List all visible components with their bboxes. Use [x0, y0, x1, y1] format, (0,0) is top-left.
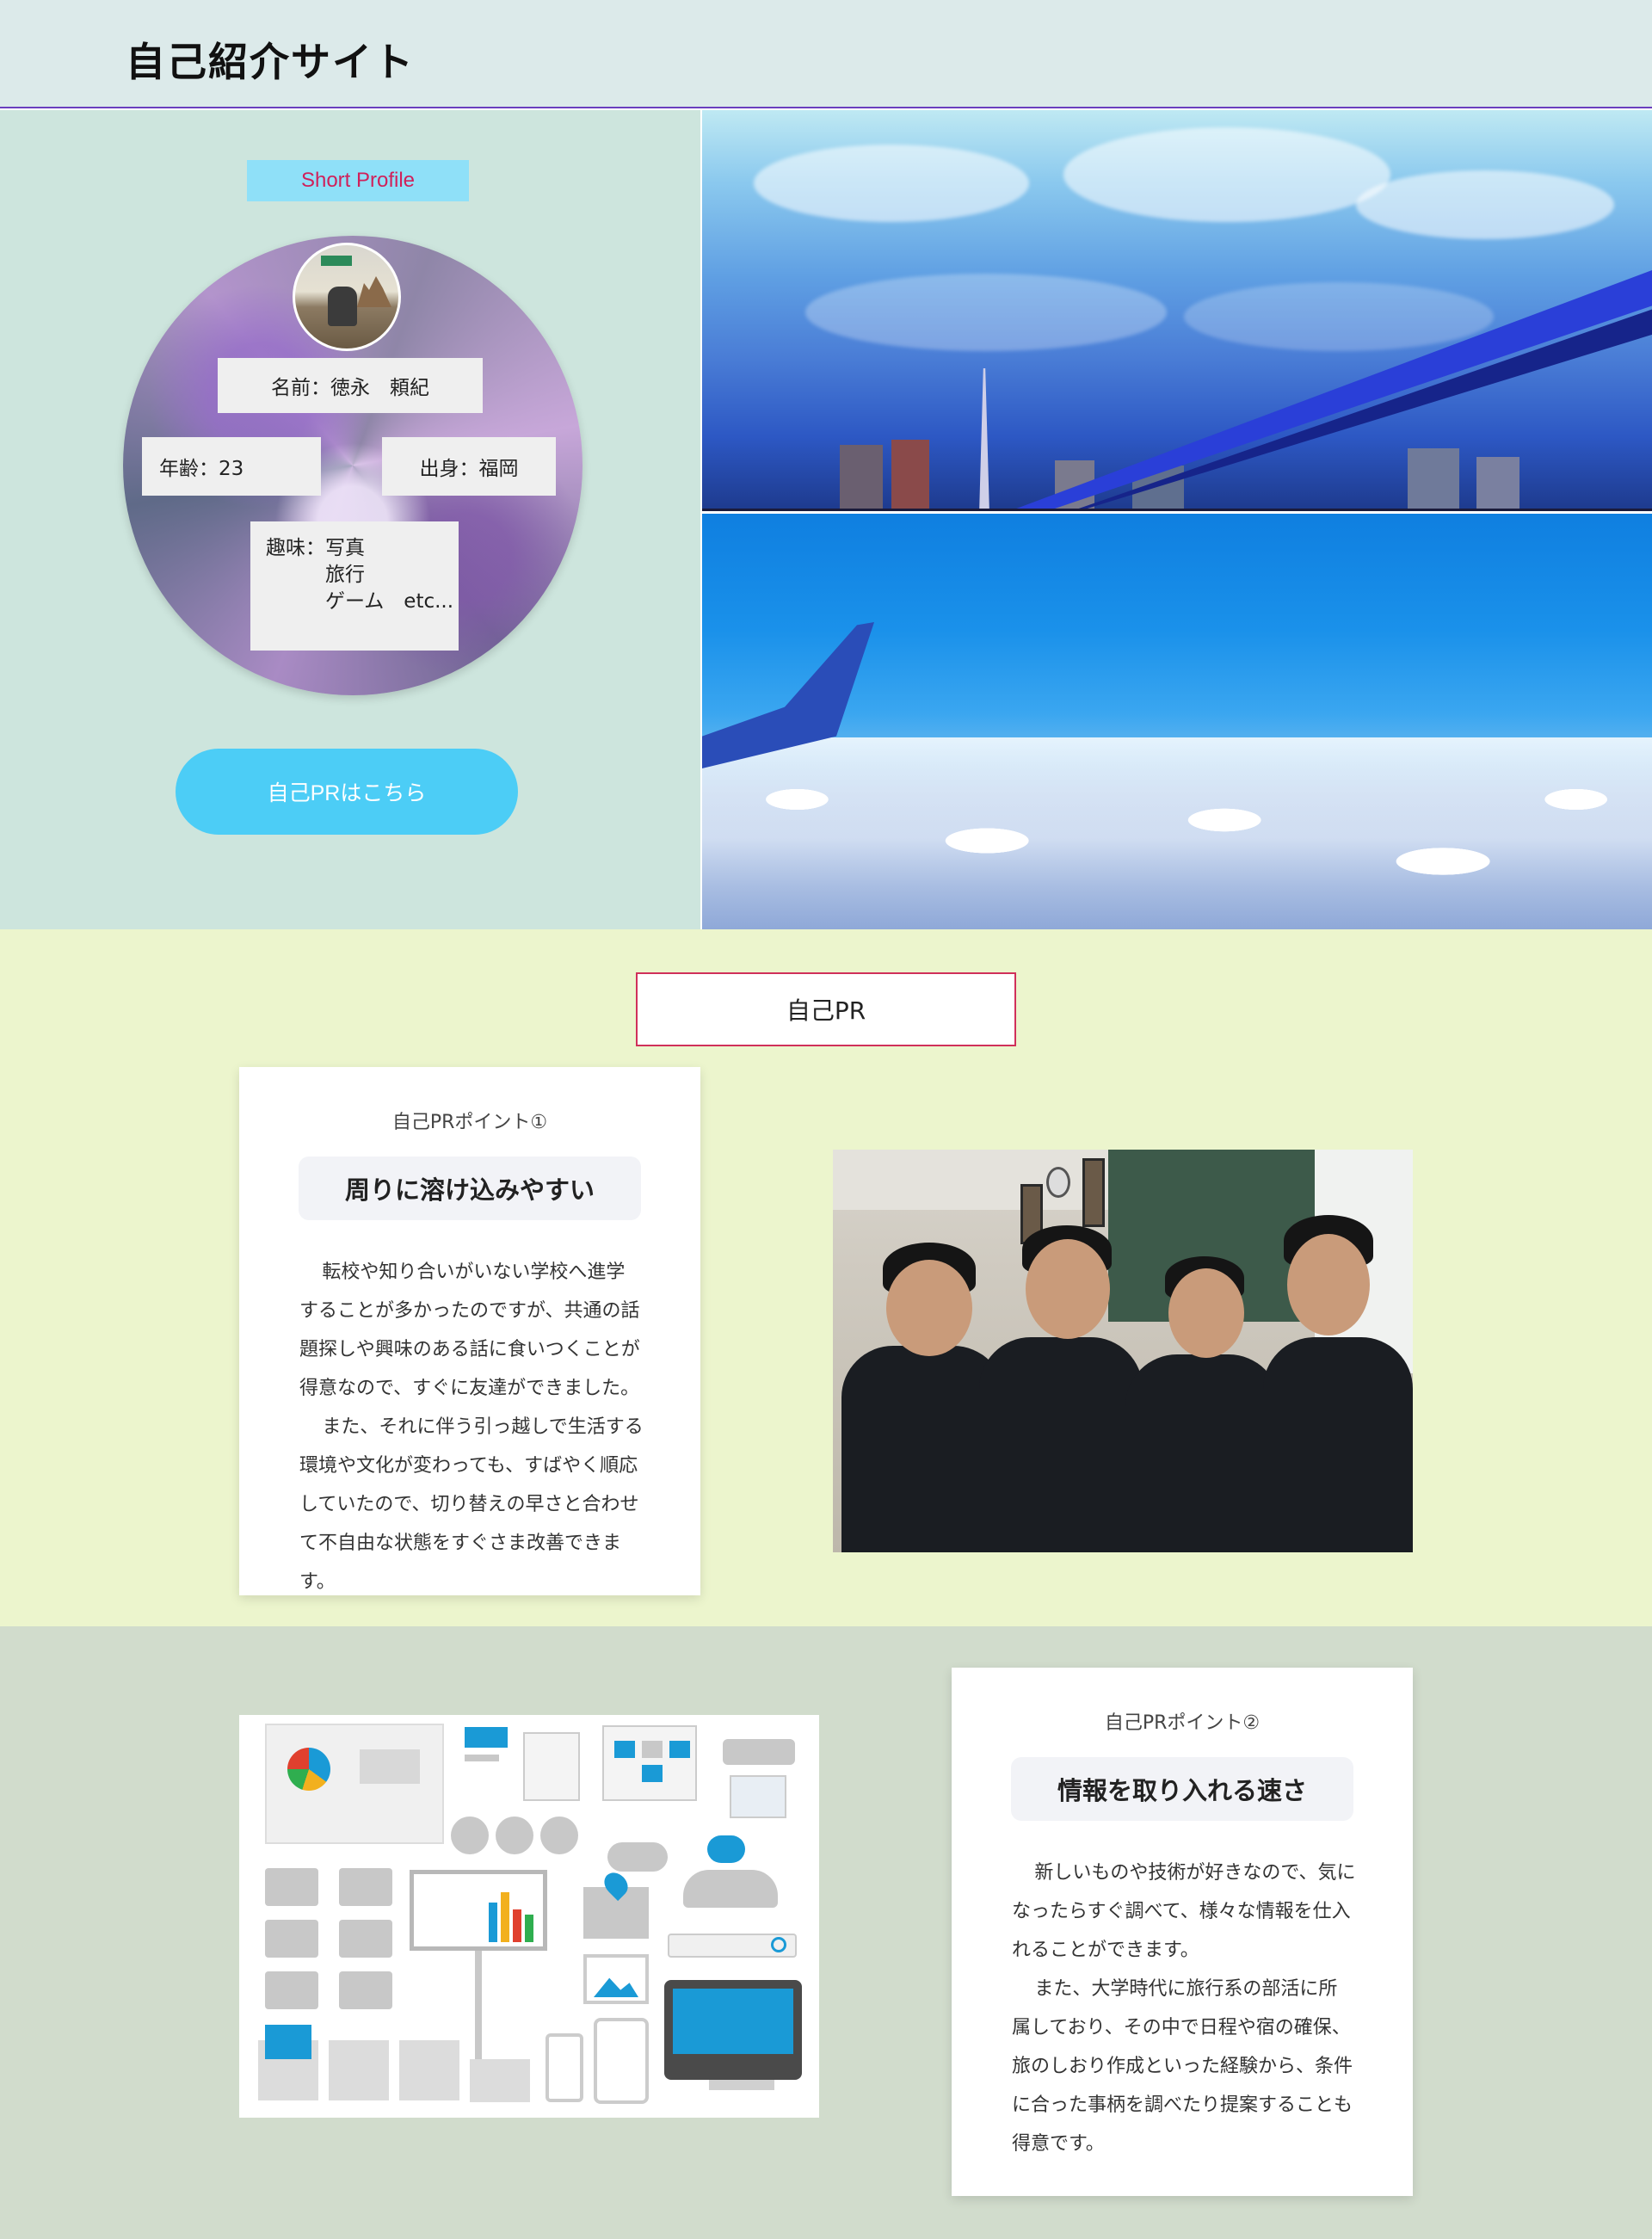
pie-chart-icon	[287, 1748, 330, 1791]
hobby-label: 趣味：	[266, 537, 325, 559]
self-pr-button[interactable]: 自己PRはこちら	[176, 749, 518, 835]
pr-point-title: 周りに溶け込みやすい	[299, 1157, 641, 1220]
site-title: 自己紹介サイト	[126, 39, 415, 85]
infographic-illustration	[239, 1715, 819, 2118]
trend-chart-icon	[360, 1749, 420, 1784]
search-icon	[771, 1937, 786, 1952]
airplane-window-photo	[702, 514, 1652, 929]
email-check-icon	[329, 2040, 389, 2100]
pr-heading: 自己PR	[636, 972, 1016, 1046]
pr-point-body: 新しいものや技術が好きなので、気になったらすぐ調べて、様々な情報を仕入れることが…	[1012, 1853, 1356, 2163]
profile-hobbies: 趣味： 写真 旅行 ゲーム etc...	[250, 521, 459, 651]
chat-bubbles-icon	[707, 1835, 745, 1863]
person-shape	[328, 287, 357, 326]
email-notification-icon	[470, 2059, 530, 2102]
short-profile-label: Short Profile	[247, 160, 469, 201]
friends-photo	[833, 1150, 1413, 1552]
smartphone-icon	[546, 2033, 583, 2102]
hobby-list: 写真 旅行 ゲーム etc...	[325, 535, 453, 615]
tower-shape	[979, 368, 989, 509]
hobby-item: ゲーム etc...	[325, 590, 454, 613]
email-at-icon	[399, 2040, 459, 2100]
profile-age: 年齢：23	[142, 437, 321, 496]
pr-point-card-1: 自己PRポイント① 周りに溶け込みやすい 転校や知り合いがいない学校へ進学するこ…	[239, 1067, 700, 1595]
tablet-icon	[594, 2018, 649, 2104]
upload-icon	[540, 1816, 578, 1854]
pr-point-paragraph: また、それに伴う引っ越しで生活する環境や文化が変わっても、すばやく順応していたの…	[299, 1416, 644, 1593]
network-cloud-icon	[607, 1842, 668, 1872]
hobby-item: 写真	[325, 537, 365, 559]
pr-point-title: 情報を取り入れる速さ	[1011, 1757, 1353, 1821]
clock-shape	[1046, 1167, 1070, 1198]
pr-point-body: 転校や知り合いがいない学校へ進学することが多かったのですが、共通の話題探しや興味…	[299, 1253, 644, 1601]
profile-name: 名前：徳永 頼紀	[218, 358, 483, 413]
street-sign-shape	[321, 256, 352, 266]
rock-formation-shape	[357, 276, 391, 307]
cloud-icon	[451, 1816, 489, 1854]
avatar	[293, 243, 401, 351]
pr-point-paragraph: また、大学時代に旅行系の部活に所属しており、その中で日程や宿の確保、旅のしおり作…	[1012, 1978, 1353, 2155]
pr-point-kicker: 自己PRポイント②	[1104, 1712, 1261, 1734]
pr-point-card-2: 自己PRポイント② 情報を取り入れる速さ 新しいものや技術が好きなので、気になっ…	[952, 1668, 1413, 2196]
pr-point-kicker: 自己PRポイント①	[391, 1112, 548, 1133]
site-header: 自己紹介サイト	[0, 0, 1652, 108]
profile-hometown: 出身：福岡	[382, 437, 556, 496]
people-icon	[683, 1870, 778, 1908]
cloud-sea-shape	[702, 737, 1652, 929]
city-sky-photo	[702, 110, 1652, 511]
pr-point-paragraph: 新しいものや技術が好きなので、気になったらすぐ調べて、様々な情報を仕入れることが…	[1012, 1862, 1356, 1961]
download-icon	[496, 1816, 533, 1854]
pr-point-paragraph: 転校や知り合いがいない学校へ進学することが多かったのですが、共通の話題探しや興味…	[299, 1261, 640, 1399]
hobby-item: 旅行	[325, 564, 365, 586]
